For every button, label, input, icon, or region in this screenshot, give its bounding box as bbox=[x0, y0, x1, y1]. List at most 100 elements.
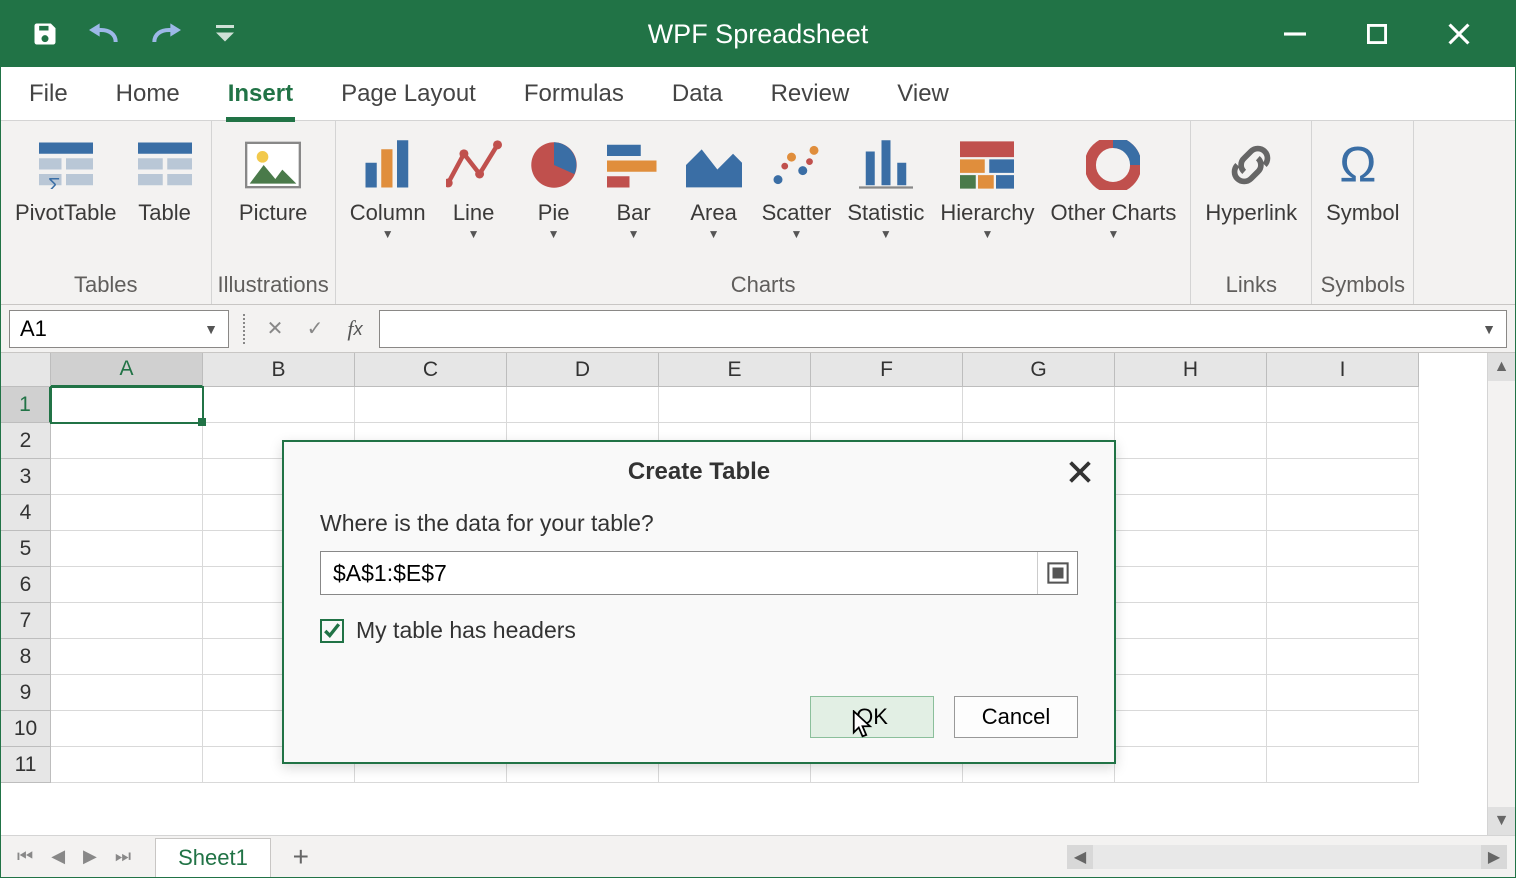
cell-A10[interactable] bbox=[51, 711, 203, 747]
accept-formula-icon[interactable]: ✓ bbox=[299, 311, 331, 347]
column-button[interactable]: Column▼ bbox=[342, 125, 434, 241]
ribbon-tab-file[interactable]: File bbox=[27, 74, 70, 114]
cell-A6[interactable] bbox=[51, 567, 203, 603]
cell-I2[interactable] bbox=[1267, 423, 1419, 459]
sheet-tab-sheet1[interactable]: Sheet1 bbox=[155, 838, 271, 877]
ribbon-tab-data[interactable]: Data bbox=[670, 74, 725, 114]
statistic-button[interactable]: Statistic▼ bbox=[839, 125, 932, 241]
cell-C1[interactable] bbox=[355, 387, 507, 423]
cell-H2[interactable] bbox=[1115, 423, 1267, 459]
row-header-2[interactable]: 2 bbox=[1, 423, 51, 459]
row-header-8[interactable]: 8 bbox=[1, 639, 51, 675]
cancel-button[interactable]: Cancel bbox=[954, 696, 1078, 738]
cell-A8[interactable] bbox=[51, 639, 203, 675]
undo-icon[interactable] bbox=[89, 18, 121, 50]
sheet-prev-icon[interactable]: ◀ bbox=[51, 846, 65, 867]
scroll-up-icon[interactable]: ▲ bbox=[1488, 353, 1515, 381]
name-box[interactable]: A1 ▼ bbox=[9, 310, 229, 348]
scatter-button[interactable]: Scatter▼ bbox=[754, 125, 840, 241]
cell-A5[interactable] bbox=[51, 531, 203, 567]
add-sheet-button[interactable]: + bbox=[281, 841, 321, 873]
row-header-11[interactable]: 11 bbox=[1, 747, 51, 783]
close-icon[interactable] bbox=[1064, 456, 1096, 488]
row-header-4[interactable]: 4 bbox=[1, 495, 51, 531]
cell-I3[interactable] bbox=[1267, 459, 1419, 495]
cell-A4[interactable] bbox=[51, 495, 203, 531]
cell-H1[interactable] bbox=[1115, 387, 1267, 423]
cell-G1[interactable] bbox=[963, 387, 1115, 423]
chevron-down-icon[interactable]: ▼ bbox=[1482, 321, 1496, 337]
minimize-button[interactable] bbox=[1279, 18, 1311, 50]
row-header-5[interactable]: 5 bbox=[1, 531, 51, 567]
cell-F1[interactable] bbox=[811, 387, 963, 423]
row-header-7[interactable]: 7 bbox=[1, 603, 51, 639]
ribbon-tab-review[interactable]: Review bbox=[769, 74, 852, 114]
maximize-button[interactable] bbox=[1361, 18, 1393, 50]
column-header-D[interactable]: D bbox=[507, 353, 659, 387]
column-header-F[interactable]: F bbox=[811, 353, 963, 387]
vertical-scrollbar[interactable]: ▲ ▼ bbox=[1487, 353, 1515, 835]
cell-A2[interactable] bbox=[51, 423, 203, 459]
picture-button[interactable]: Picture bbox=[231, 125, 315, 225]
cell-H8[interactable] bbox=[1115, 639, 1267, 675]
redo-icon[interactable] bbox=[149, 18, 181, 50]
horizontal-scrollbar[interactable]: ◀ ▶ bbox=[1067, 845, 1507, 869]
cell-I7[interactable] bbox=[1267, 603, 1419, 639]
column-header-E[interactable]: E bbox=[659, 353, 811, 387]
save-icon[interactable] bbox=[29, 18, 61, 50]
cell-H10[interactable] bbox=[1115, 711, 1267, 747]
line-button[interactable]: Line▼ bbox=[434, 125, 514, 241]
cell-I9[interactable] bbox=[1267, 675, 1419, 711]
formula-input[interactable]: ▼ bbox=[379, 310, 1507, 348]
cell-I1[interactable] bbox=[1267, 387, 1419, 423]
cell-I6[interactable] bbox=[1267, 567, 1419, 603]
cell-I8[interactable] bbox=[1267, 639, 1419, 675]
cancel-formula-icon[interactable]: ✕ bbox=[259, 311, 291, 347]
ok-button[interactable]: OK bbox=[810, 696, 934, 738]
cell-I5[interactable] bbox=[1267, 531, 1419, 567]
column-header-A[interactable]: A bbox=[51, 353, 203, 387]
bar-button[interactable]: Bar▼ bbox=[594, 125, 674, 241]
row-header-1[interactable]: 1 bbox=[1, 387, 51, 423]
close-button[interactable] bbox=[1443, 18, 1475, 50]
cell-A3[interactable] bbox=[51, 459, 203, 495]
column-header-C[interactable]: C bbox=[355, 353, 507, 387]
cell-A7[interactable] bbox=[51, 603, 203, 639]
ribbon-tab-home[interactable]: Home bbox=[114, 74, 182, 114]
sheet-last-icon[interactable]: ⏭ bbox=[115, 846, 131, 867]
cell-A11[interactable] bbox=[51, 747, 203, 783]
cell-H4[interactable] bbox=[1115, 495, 1267, 531]
cell-I11[interactable] bbox=[1267, 747, 1419, 783]
hyperlink-button[interactable]: Hyperlink bbox=[1197, 125, 1305, 225]
row-header-3[interactable]: 3 bbox=[1, 459, 51, 495]
cell-H6[interactable] bbox=[1115, 567, 1267, 603]
sheet-first-icon[interactable]: ⏮ bbox=[17, 846, 33, 867]
cell-B1[interactable] bbox=[203, 387, 355, 423]
cell-D1[interactable] bbox=[507, 387, 659, 423]
ribbon-tab-formulas[interactable]: Formulas bbox=[522, 74, 626, 114]
other-charts-button[interactable]: Other Charts▼ bbox=[1042, 125, 1184, 241]
chevron-down-icon[interactable]: ▼ bbox=[204, 321, 218, 337]
scroll-right-icon[interactable]: ▶ bbox=[1481, 845, 1507, 869]
column-header-H[interactable]: H bbox=[1115, 353, 1267, 387]
ribbon-tab-page-layout[interactable]: Page Layout bbox=[339, 74, 478, 114]
row-header-6[interactable]: 6 bbox=[1, 567, 51, 603]
column-header-G[interactable]: G bbox=[963, 353, 1115, 387]
fx-icon[interactable]: fx bbox=[339, 311, 371, 347]
cell-E1[interactable] bbox=[659, 387, 811, 423]
select-all-corner[interactable] bbox=[1, 353, 51, 387]
hierarchy-button[interactable]: Hierarchy▼ bbox=[932, 125, 1042, 241]
cell-I4[interactable] bbox=[1267, 495, 1419, 531]
pivottable-button[interactable]: ΣPivotTable bbox=[7, 125, 125, 225]
cell-I10[interactable] bbox=[1267, 711, 1419, 747]
cell-H11[interactable] bbox=[1115, 747, 1267, 783]
column-header-I[interactable]: I bbox=[1267, 353, 1419, 387]
scroll-down-icon[interactable]: ▼ bbox=[1488, 807, 1515, 835]
sheet-next-icon[interactable]: ▶ bbox=[83, 846, 97, 867]
cell-H7[interactable] bbox=[1115, 603, 1267, 639]
ribbon-tab-view[interactable]: View bbox=[895, 74, 951, 114]
column-header-B[interactable]: B bbox=[203, 353, 355, 387]
scroll-left-icon[interactable]: ◀ bbox=[1067, 845, 1093, 869]
row-header-9[interactable]: 9 bbox=[1, 675, 51, 711]
range-select-icon[interactable] bbox=[1037, 552, 1077, 594]
